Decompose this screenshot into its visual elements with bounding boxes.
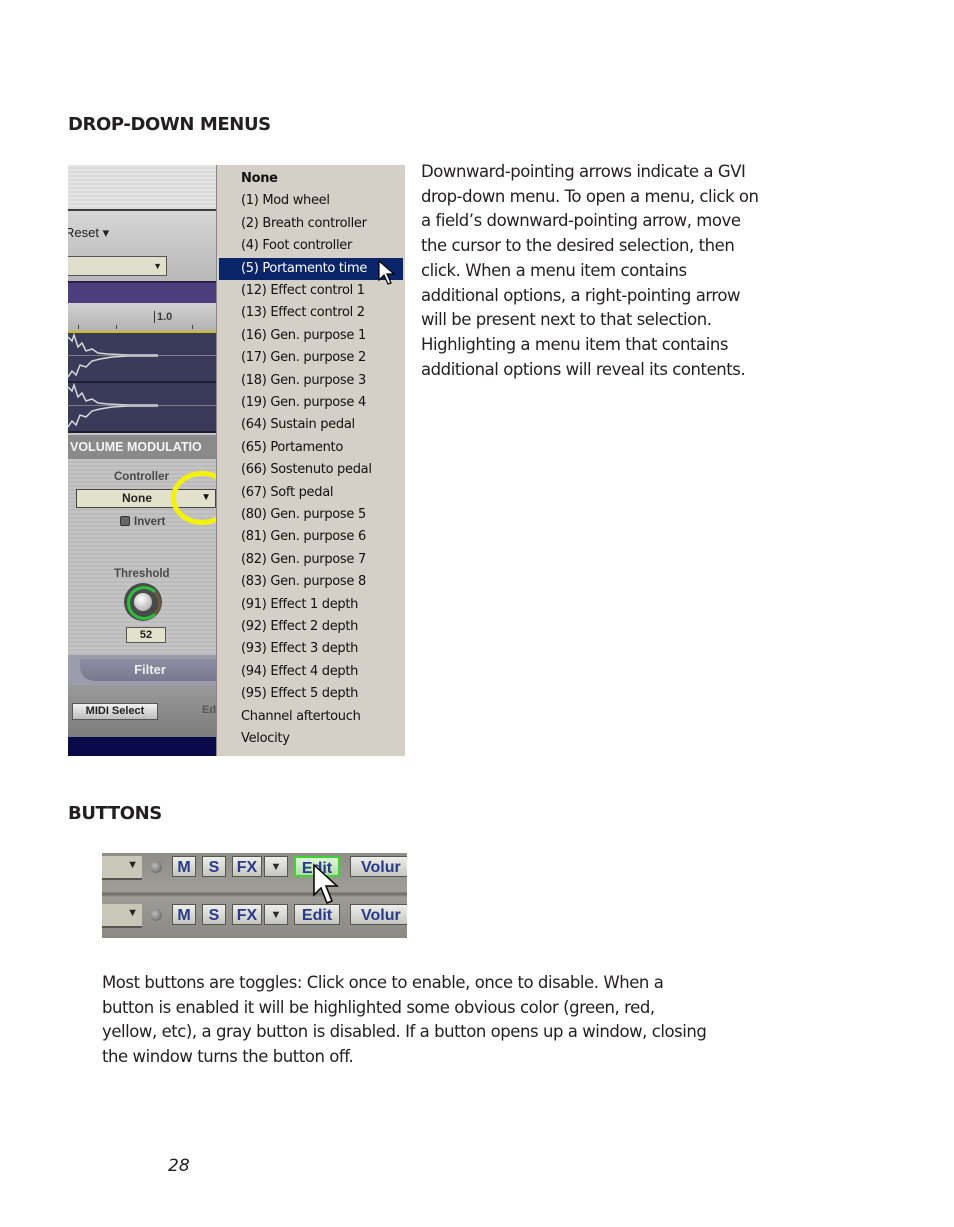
buttons-screenshot: ▼MSFX▼EditVolur▼MSFX▼EditVolur [102,853,407,938]
text-line: additional options will reveal its conte… [421,359,746,379]
chevron-down-icon: ▼ [270,861,282,873]
invert-toggle[interactable]: Invert [120,516,165,528]
text-line: button is enabled it will be highlighted… [102,997,655,1017]
text-line: will be present next to that selection. [421,310,712,330]
ruler-mark: 1.0 [154,311,172,323]
threshold-value[interactable]: 52 [126,627,166,643]
menu-item[interactable]: (64) Sustain pedal [219,414,403,436]
chevron-down-icon: ▼ [127,907,138,919]
section-title: VOLUME MODULATIO [68,435,216,459]
buttons-description: Most buttons are toggles: Click once to … [102,971,762,1070]
menu-item[interactable]: (5) Portamento time [219,257,403,280]
menu-item[interactable]: (94) Effect 4 depth [219,661,403,683]
menu-item[interactable]: (19) Gen. purpose 4 [219,392,403,414]
menu-item[interactable]: (13) Effect control 2 [219,302,403,324]
record-led-icon[interactable] [150,861,162,873]
time-ruler: 1.0 [68,303,216,331]
led-icon [120,516,130,526]
text-line: additional options, a right-pointing arr… [421,285,741,305]
mouse-pointer-icon [378,259,396,285]
chevron-down-icon: ▼ [270,909,282,921]
section-heading-buttons: BUTTONS [68,803,162,824]
text-line: Highlighting a menu item that contains [421,334,729,354]
track-dropdown[interactable]: ▼ [102,856,142,880]
text-line: Downward-pointing arrows indicate a GVI [421,162,746,181]
fx-button[interactable]: FX [232,904,262,925]
menu-item[interactable]: Velocity [219,728,403,750]
chevron-down-icon: ▼ [153,261,162,271]
solo-button[interactable]: S [202,856,226,877]
mute-button[interactable]: M [172,856,196,877]
section-heading-dropdown: DROP-DOWN MENUS [68,114,271,135]
menu-item[interactable]: (1) Mod wheel [219,190,403,212]
fx-dropdown-button[interactable]: ▼ [264,904,288,925]
solo-button[interactable]: S [202,904,226,925]
text-line: the window turns the button off. [102,1047,354,1067]
preset-dropdown[interactable]: ▼ [68,256,167,276]
fx-button[interactable]: FX [232,856,262,877]
menu-item[interactable]: (67) Soft pedal [219,482,403,504]
text-line: Most buttons are toggles: Click once to … [102,973,664,992]
mute-button[interactable]: M [172,904,196,925]
waveform [68,333,216,383]
page-number: 28 [168,1156,190,1176]
menu-item[interactable]: (82) Gen. purpose 7 [219,549,403,571]
threshold-knob[interactable] [124,583,162,621]
track-dropdown[interactable]: ▼ [102,904,142,928]
menu-item[interactable]: (91) Effect 1 depth [219,594,403,616]
dropdown-description: Downward-pointing arrows indicate a GVI d… [421,160,791,382]
text-line: drop-down menu. To open a menu, click on [421,186,759,206]
midi-select-button[interactable]: MIDI Select [72,703,158,720]
menu-item[interactable]: Channel aftertouch [219,706,403,728]
track-button-row: ▼MSFX▼EditVolur [102,853,407,883]
menu-item[interactable]: (80) Gen. purpose 5 [219,504,403,526]
chevron-down-icon: ▼ [127,859,138,871]
menu-item[interactable]: (16) Gen. purpose 1 [219,325,403,347]
edit-label-partial: Ed [202,704,216,716]
controller-dropdown-menu: None (1) Mod wheel (2) Breath controller (4… [216,165,405,756]
text-line: a field’s downward-pointing arrow, move [421,211,741,231]
volume-button[interactable]: Volur [350,904,407,925]
menu-item[interactable]: None [219,168,403,190]
fx-dropdown-button[interactable]: ▼ [264,856,288,877]
gvi-dropdown-screenshot: Reset ▾ ▼ 1.0 VOLUME MODULATIO Controlle… [68,165,405,756]
menu-item[interactable]: (65) Portamento [219,437,403,459]
text-line: yellow, etc), a gray button is disabled.… [102,1022,707,1042]
reset-menu[interactable]: Reset ▾ [68,225,109,241]
controller-label: Controller [114,471,169,483]
mouse-pointer-icon [313,863,339,904]
tab-filter[interactable]: Filter [80,659,216,681]
threshold-label: Threshold [114,568,170,580]
menu-item[interactable]: (93) Effect 3 depth [219,638,403,660]
gvi-panel: Reset ▾ ▼ 1.0 VOLUME MODULATIO Controlle… [68,165,216,756]
text-line: click. When a menu item contains [421,260,687,280]
waveform [68,383,216,433]
menu-item[interactable]: (92) Effect 2 depth [219,616,403,638]
menu-item[interactable]: (83) Gen. purpose 8 [219,571,403,593]
text-line: the cursor to the desired selection, the… [421,236,735,256]
track-button-row: ▼MSFX▼EditVolur [102,901,407,931]
volume-button[interactable]: Volur [350,856,407,877]
menu-item[interactable]: (4) Foot controller [219,235,403,257]
menu-item[interactable]: (81) Gen. purpose 6 [219,526,403,548]
menu-item[interactable]: (12) Effect control 1 [219,280,403,302]
menu-item[interactable]: (95) Effect 5 depth [219,683,403,705]
menu-item[interactable]: (17) Gen. purpose 2 [219,347,403,369]
record-led-icon[interactable] [150,909,162,921]
menu-item[interactable]: (2) Breath controller [219,213,403,235]
menu-item[interactable]: (18) Gen. purpose 3 [219,370,403,392]
menu-item[interactable]: (66) Sostenuto pedal [219,459,403,481]
